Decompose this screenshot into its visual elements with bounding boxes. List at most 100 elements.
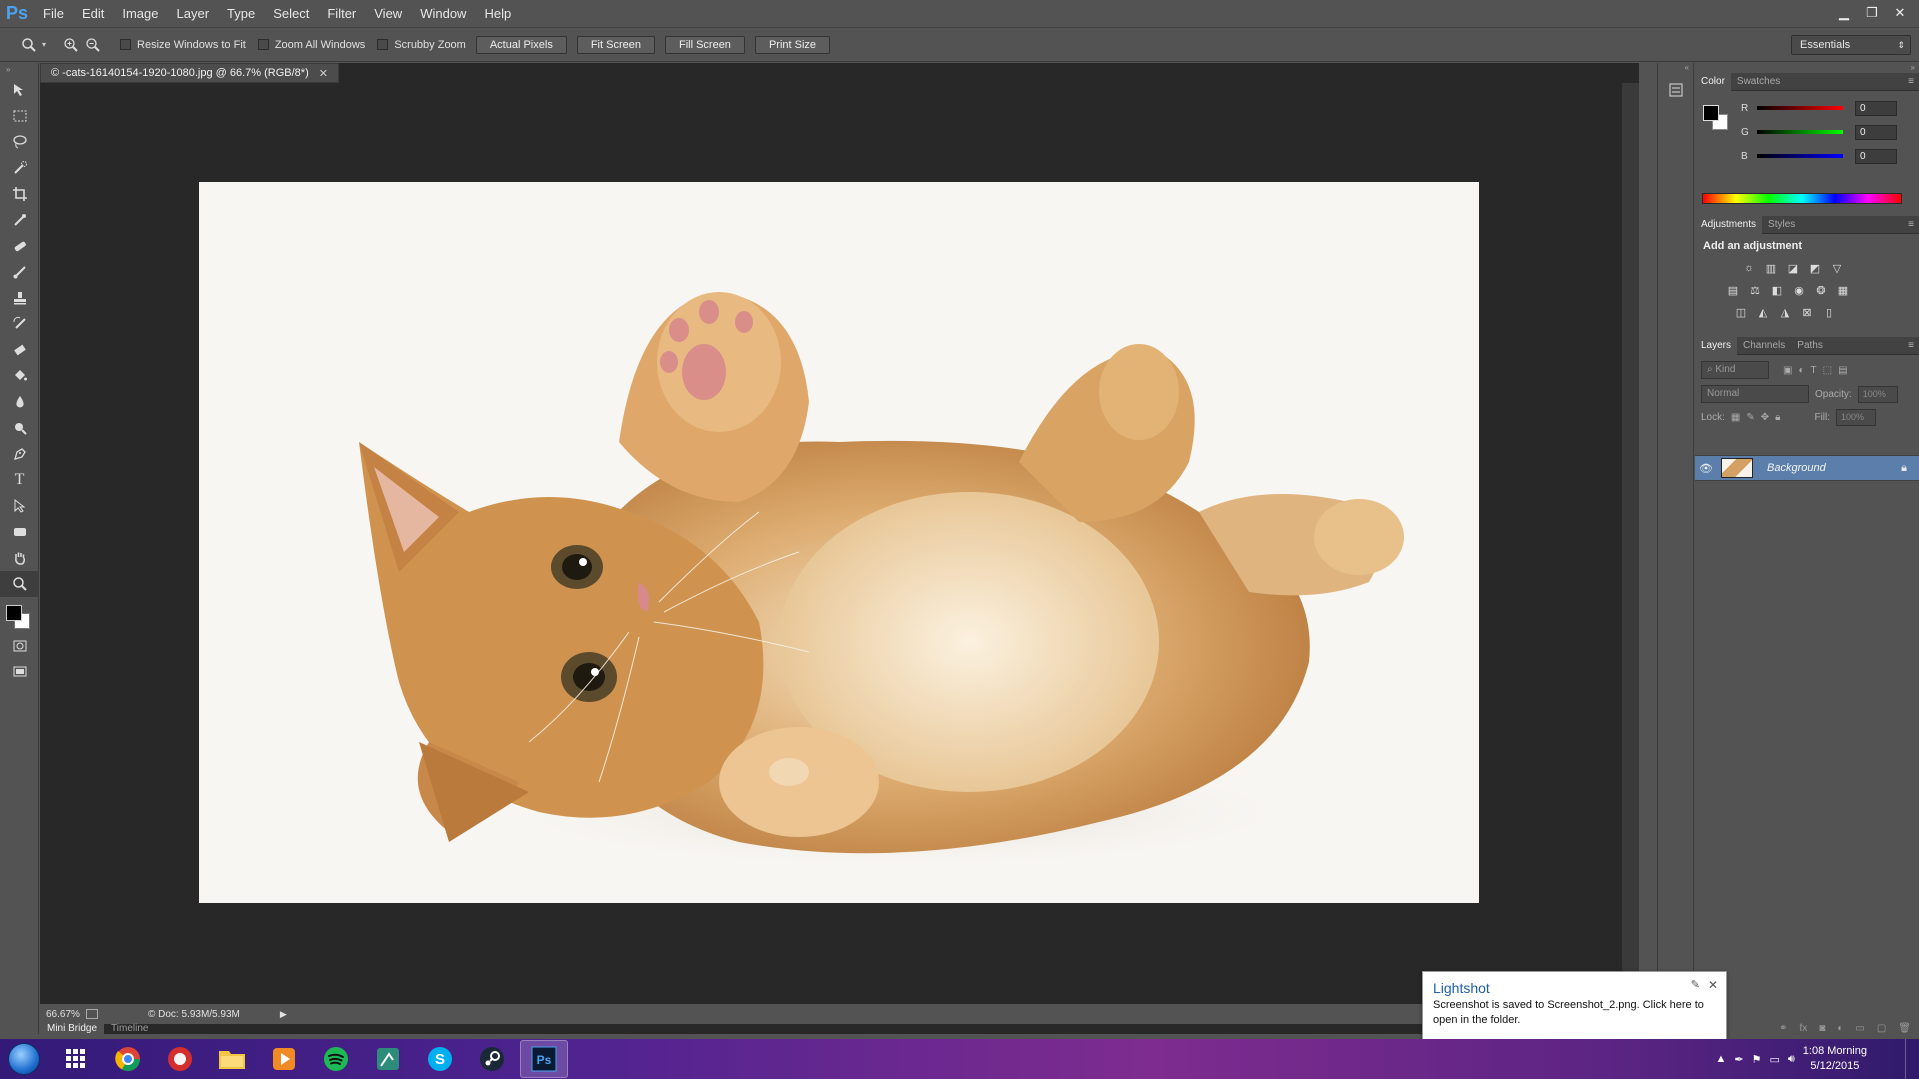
- foreground-color[interactable]: [1703, 105, 1719, 121]
- link-layers-icon[interactable]: ⚭: [1779, 1023, 1787, 1034]
- screen-mode-icon[interactable]: [0, 659, 39, 685]
- gradient-map-icon[interactable]: ▯: [1821, 304, 1837, 320]
- history-brush-tool-icon[interactable]: [0, 311, 39, 337]
- menu-view[interactable]: View: [365, 0, 411, 27]
- panel-menu-icon[interactable]: ≡: [1908, 76, 1914, 87]
- filter-type-icon[interactable]: T: [1811, 365, 1817, 376]
- filter-shape-icon[interactable]: ⬚: [1823, 365, 1832, 376]
- layer-row-background[interactable]: 👁︎ Background 🔒︎: [1695, 455, 1919, 481]
- windows-apps-icon[interactable]: [52, 1040, 100, 1078]
- hue-saturation-icon[interactable]: ▤: [1725, 282, 1741, 298]
- panels-collapse-icon[interactable]: »: [1695, 63, 1919, 73]
- paint-bucket-tool-icon[interactable]: [0, 363, 39, 389]
- add-mask-icon[interactable]: ◙: [1819, 1023, 1825, 1034]
- blue-value[interactable]: 0: [1855, 148, 1897, 164]
- lock-position-icon[interactable]: ✥: [1761, 412, 1769, 423]
- start-button[interactable]: [0, 1039, 48, 1079]
- tab-adjustments[interactable]: Adjustments: [1695, 215, 1763, 234]
- skype-icon[interactable]: S: [416, 1040, 464, 1078]
- menu-layer[interactable]: Layer: [168, 0, 219, 27]
- workspace-select[interactable]: Essentials ⇕: [1791, 35, 1911, 55]
- vibrance-icon[interactable]: ▽: [1829, 260, 1845, 276]
- actual-pixels-button[interactable]: Actual Pixels: [475, 35, 567, 54]
- tab-channels[interactable]: Channels: [1737, 337, 1791, 355]
- fill-screen-button[interactable]: Fill Screen: [664, 35, 745, 54]
- curves-icon[interactable]: ◪: [1785, 260, 1801, 276]
- red-app-icon[interactable]: [156, 1040, 204, 1078]
- tab-color[interactable]: Color: [1695, 72, 1731, 91]
- vertical-scrollbar[interactable]: [1622, 83, 1639, 1014]
- color-panel-swatches[interactable]: [1703, 105, 1729, 131]
- black-white-icon[interactable]: ◧: [1769, 282, 1785, 298]
- fit-screen-button[interactable]: Fit Screen: [576, 35, 655, 54]
- resize-windows-checkbox[interactable]: Resize Windows to Fit: [120, 39, 246, 51]
- channel-mixer-icon[interactable]: ❂: [1813, 282, 1829, 298]
- eyedropper-tool-icon[interactable]: [0, 207, 39, 233]
- document-tab[interactable]: © -cats-16140154-1920-1080.jpg @ 66.7% (…: [40, 63, 339, 83]
- crop-tool-icon[interactable]: [0, 181, 39, 207]
- lightshot-notification[interactable]: Lightshot Screenshot is saved to Screens…: [1422, 971, 1727, 1041]
- tab-timeline[interactable]: Timeline: [104, 1022, 155, 1036]
- type-tool-icon[interactable]: T: [0, 467, 39, 493]
- pen-tool-icon[interactable]: [0, 441, 39, 467]
- lock-pixels-icon[interactable]: ✎: [1746, 412, 1754, 423]
- network-icon[interactable]: ▭: [1769, 1053, 1779, 1066]
- chrome-icon[interactable]: [104, 1040, 152, 1078]
- photo-filter-icon[interactable]: ◉: [1791, 282, 1807, 298]
- filter-adjustment-icon[interactable]: ◐: [1798, 365, 1804, 376]
- tab-paths[interactable]: Paths: [1791, 337, 1829, 355]
- selective-color-icon[interactable]: ⊠: [1799, 304, 1815, 320]
- menu-type[interactable]: Type: [218, 0, 264, 27]
- visibility-eye-icon[interactable]: 👁︎: [1695, 462, 1717, 475]
- hand-tool-icon[interactable]: [0, 545, 39, 571]
- pin-icon[interactable]: ✎: [1691, 978, 1700, 991]
- file-explorer-icon[interactable]: [208, 1040, 256, 1078]
- status-options-icon[interactable]: [86, 1009, 98, 1019]
- clock[interactable]: 1:08 Morning 5/12/2015: [1803, 1044, 1867, 1074]
- color-balance-icon[interactable]: ⚖: [1747, 282, 1763, 298]
- tab-styles[interactable]: Styles: [1762, 216, 1801, 234]
- blend-mode-select[interactable]: Normal: [1701, 385, 1809, 403]
- menu-file[interactable]: File: [34, 0, 73, 27]
- chevron-down-icon[interactable]: ▾: [42, 40, 46, 49]
- levels-icon[interactable]: ▥: [1763, 260, 1779, 276]
- threshold-icon[interactable]: ◮: [1777, 304, 1793, 320]
- zoom-tool-icon[interactable]: [0, 571, 39, 597]
- delete-layer-icon[interactable]: 🗑︎: [1898, 1023, 1911, 1034]
- path-selection-tool-icon[interactable]: [0, 493, 39, 519]
- properties-panel-icon[interactable]: [1666, 80, 1686, 100]
- zoom-out-icon[interactable]: [82, 34, 104, 56]
- menu-window[interactable]: Window: [411, 0, 475, 27]
- checkbox-box[interactable]: [377, 39, 389, 50]
- zoom-tool-preset-icon[interactable]: [18, 34, 40, 56]
- brightness-icon[interactable]: ☼: [1741, 260, 1757, 276]
- layer-name[interactable]: Background: [1767, 462, 1826, 474]
- green-slider[interactable]: [1757, 130, 1843, 134]
- foreground-background-colors[interactable]: [0, 597, 38, 633]
- scrubby-zoom-checkbox[interactable]: Scrubby Zoom: [377, 39, 466, 51]
- restore-icon[interactable]: ❐: [1859, 2, 1885, 24]
- dock-collapse-icon[interactable]: «: [1658, 63, 1693, 72]
- menu-select[interactable]: Select: [264, 0, 318, 27]
- zoom-in-icon[interactable]: [60, 34, 82, 56]
- photoshop-icon[interactable]: Ps: [520, 1040, 568, 1078]
- tab-layers[interactable]: Layers: [1695, 336, 1738, 355]
- menu-filter[interactable]: Filter: [318, 0, 365, 27]
- tab-swatches[interactable]: Swatches: [1731, 73, 1786, 91]
- quick-mask-icon[interactable]: [0, 633, 39, 659]
- filter-smart-object-icon[interactable]: ▤: [1838, 365, 1847, 376]
- collapse-arrows-icon[interactable]: »: [0, 63, 38, 77]
- spotify-icon[interactable]: [312, 1040, 360, 1078]
- menu-help[interactable]: Help: [475, 0, 520, 27]
- new-adjustment-icon[interactable]: ◐: [1837, 1023, 1843, 1034]
- invert-icon[interactable]: ◫: [1733, 304, 1749, 320]
- fill-field[interactable]: 100%: [1836, 409, 1877, 426]
- lock-transparent-icon[interactable]: ▦: [1731, 412, 1740, 423]
- dodge-tool-icon[interactable]: [0, 415, 39, 441]
- lasso-tool-icon[interactable]: [0, 129, 39, 155]
- menu-image[interactable]: Image: [113, 0, 167, 27]
- posterize-icon[interactable]: ◭: [1755, 304, 1771, 320]
- show-desktop-button[interactable]: [1905, 1039, 1919, 1079]
- kind-filter-select[interactable]: ⌕ Kind: [1701, 361, 1769, 379]
- print-size-button[interactable]: Print Size: [754, 35, 831, 54]
